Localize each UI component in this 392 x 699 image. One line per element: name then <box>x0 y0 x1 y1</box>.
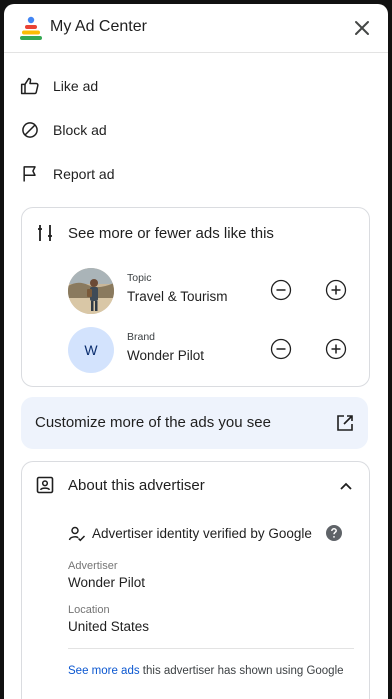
about-advertiser-toggle[interactable]: About this advertiser <box>22 462 369 510</box>
verified-row: Advertiser identity verified by Google <box>68 524 348 544</box>
fewer-brand-button[interactable] <box>270 338 292 360</box>
topic-row: Topic Travel & Tourism <box>22 265 369 317</box>
brand-value: Wonder Pilot <box>127 348 205 363</box>
fewer-topic-button[interactable] <box>270 279 292 301</box>
page-title: My Ad Center <box>50 18 147 35</box>
ad-preferences-card: See more or fewer ads like this Topic Tr… <box>21 207 370 387</box>
customize-label: Customize more of the ads you see <box>35 414 271 431</box>
topic-kind: Topic <box>127 272 152 284</box>
preferences-heading: See more or fewer ads like this <box>68 225 274 242</box>
ad-center-logo <box>20 16 42 40</box>
more-topic-button[interactable] <box>325 279 347 301</box>
topic-value: Travel & Tourism <box>127 289 228 304</box>
help-icon[interactable] <box>325 524 343 542</box>
block-ad-button[interactable]: Block ad <box>4 108 388 152</box>
more-brand-button[interactable] <box>325 338 347 360</box>
chevron-up-icon <box>340 482 352 490</box>
advertiser-badge-icon <box>36 476 54 494</box>
block-ad-label: Block ad <box>53 122 107 138</box>
about-advertiser-heading: About this advertiser <box>68 477 205 494</box>
flag-icon <box>23 166 36 182</box>
customize-ads-button[interactable]: Customize more of the ads you see <box>21 397 368 449</box>
brand-kind: Brand <box>127 331 156 343</box>
open-in-new-icon <box>337 415 353 431</box>
advertiser-label: Advertiser <box>68 560 118 572</box>
location-value: United States <box>68 619 150 634</box>
block-icon <box>22 122 38 138</box>
divider <box>68 648 354 649</box>
report-ad-label: Report ad <box>53 166 115 182</box>
travel-topic-thumbnail <box>68 268 114 314</box>
advertiser-value: Wonder Pilot <box>68 575 146 590</box>
report-ad-button[interactable]: Report ad <box>4 152 388 196</box>
about-advertiser-card: About this advertiser Advertiser identit… <box>21 461 370 699</box>
see-more-ads-text: See more ads this advertiser has shown u… <box>68 665 344 677</box>
close-icon[interactable] <box>350 16 374 40</box>
header: My Ad Center <box>4 4 388 53</box>
brand-row: W Brand Wonder Pilot <box>22 324 369 376</box>
brand-avatar: W <box>68 327 114 373</box>
location-label: Location <box>68 604 110 616</box>
like-ad-label: Like ad <box>53 78 99 94</box>
thumb-up-icon <box>20 77 39 95</box>
tune-icon <box>38 225 52 241</box>
see-more-ads-suffix: this advertiser has shown using Google <box>139 665 344 677</box>
ad-center-sheet: My Ad Center Like ad Block ad Report ad … <box>4 4 388 699</box>
verified-person-icon <box>68 526 86 542</box>
verified-text: Advertiser identity verified by Google <box>92 526 312 541</box>
see-more-ads-link[interactable]: See more ads <box>68 665 140 677</box>
like-ad-button[interactable]: Like ad <box>4 64 388 108</box>
